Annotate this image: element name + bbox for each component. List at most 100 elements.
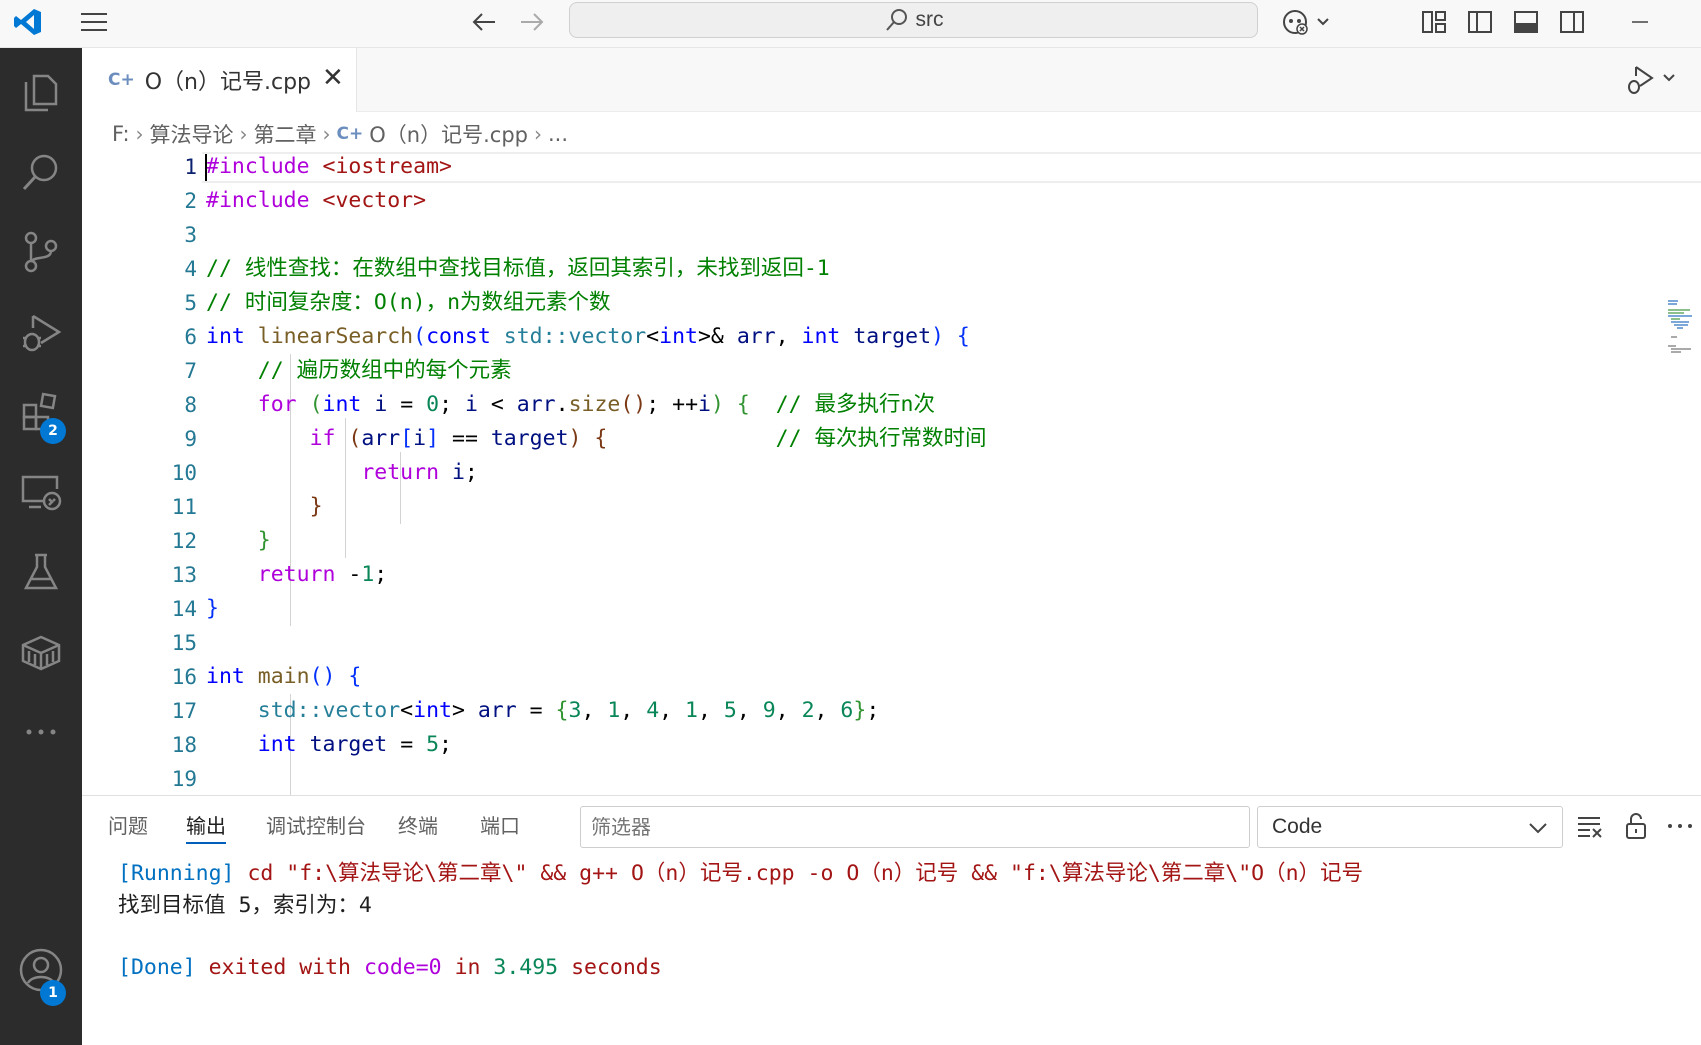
run-and-debug-icon[interactable] (0, 292, 82, 372)
chevron-down-icon (1529, 823, 1547, 834)
toggle-secondary-sidebar-icon[interactable] (1554, 4, 1590, 40)
line-number: 8 (184, 393, 197, 417)
code-line: 5 // 时间复杂度：O(n)，n为数组元素个数 (82, 286, 1662, 320)
toggle-panel-icon[interactable] (1508, 4, 1544, 40)
line-number: 16 (171, 665, 197, 689)
source-control-icon[interactable] (0, 212, 82, 292)
toggle-primary-sidebar-icon[interactable] (1462, 4, 1498, 40)
code-line: 2 #include <vector> (82, 184, 1662, 218)
code-line: 9 if (arr[i] == target) { // 每次执行常数时间 (82, 422, 1662, 456)
more-actions-icon[interactable] (1662, 808, 1698, 844)
line-number: 11 (171, 495, 197, 519)
output-channel-value: Code (1272, 815, 1323, 838)
search-icon[interactable] (0, 132, 82, 212)
line-number: 10 (171, 461, 197, 485)
code-line: 18 int target = 5; (82, 728, 1662, 762)
output-channel-select[interactable]: Code (1257, 806, 1563, 848)
output-running-line: [Running] cd "f:\算法导论\第二章\" && g++ O（n）记… (118, 861, 1364, 886)
remote-explorer-icon[interactable] (0, 452, 82, 532)
code-line: 8 for (int i = 0; i < arr.size(); ++i) {… (82, 388, 1662, 422)
tab-ports[interactable]: 端口 (480, 808, 520, 844)
back-arrow-icon[interactable] (466, 4, 502, 40)
testing-icon[interactable] (0, 532, 82, 612)
breadcrumb: F: › 算法导论 › 第二章 › C+ O（n）记号.cpp › ... (112, 116, 568, 152)
breadcrumb-item-folder[interactable]: 算法导论 (150, 119, 234, 149)
tab-active-file[interactable]: C+ O（n）记号.cpp ✕ (82, 48, 357, 112)
code-line: 12 } (82, 524, 1662, 558)
run-debug-dropdown-icon[interactable] (1622, 62, 1682, 98)
extensions-badge: 2 (40, 418, 66, 444)
code-line: 1 #include <iostream> (82, 150, 1701, 184)
output-result-line: 找到目标值 5，索引为：4 (118, 893, 372, 918)
search-icon (885, 9, 907, 31)
tab-debug-console[interactable]: 调试控制台 (266, 808, 366, 844)
code-line: 19 (82, 762, 1662, 795)
line-number: 15 (171, 631, 197, 655)
command-center-search[interactable]: src (569, 2, 1258, 38)
code-line: 10 return i; (82, 456, 1662, 490)
line-number: 18 (171, 733, 197, 757)
explorer-icon[interactable] (0, 52, 82, 132)
menu-icon[interactable] (74, 4, 114, 40)
breadcrumb-item-symbol[interactable]: ... (548, 122, 568, 146)
text-cursor (205, 154, 207, 181)
code-line: 17 std::vector<int> arr = {3, 1, 4, 1, 5… (82, 694, 1662, 728)
accounts-icon[interactable]: 1 (0, 930, 82, 1010)
search-text: src (915, 8, 944, 31)
code-line: 3 (82, 218, 1662, 252)
line-number: 14 (171, 597, 197, 621)
bottom-panel: 问题 输出 调试控制台 终端 端口 Code [Running] cd "f:\… (82, 795, 1701, 1045)
chevron-right-icon: › (322, 122, 331, 146)
line-number: 3 (184, 223, 197, 247)
extensions-icon[interactable]: 2 (0, 372, 82, 452)
cpp-file-icon: C+ (108, 70, 135, 90)
code-line: 14 } (82, 592, 1662, 626)
line-number: 7 (184, 359, 197, 383)
forward-arrow-icon[interactable] (514, 4, 550, 40)
close-icon[interactable]: ✕ (322, 64, 344, 92)
output-filter-input[interactable] (580, 806, 1250, 848)
tab-output[interactable]: 输出 (186, 808, 226, 844)
code-editor[interactable]: 1 #include <iostream> 2 #include <vector… (82, 150, 1701, 795)
minimize-icon[interactable] (1620, 4, 1660, 40)
code-line: 16 int main() { (82, 660, 1662, 694)
code-line: 13 return -1; (82, 558, 1662, 592)
tab-problems[interactable]: 问题 (108, 808, 148, 844)
editor-tab-bar: C+ O（n）记号.cpp ✕ (82, 48, 1701, 112)
line-number: 19 (171, 767, 197, 791)
clear-output-icon[interactable] (1572, 808, 1608, 844)
more-views-icon[interactable] (0, 692, 82, 772)
accounts-badge: 1 (40, 980, 66, 1006)
vscode-logo-icon (8, 4, 48, 40)
line-number: 2 (184, 189, 197, 213)
line-number: 12 (171, 529, 197, 553)
line-number: 9 (184, 427, 197, 451)
containers-icon[interactable] (0, 612, 82, 692)
line-number: 1 (184, 155, 197, 179)
code-line: 4 // 线性查找：在数组中查找目标值，返回其索引，未找到返回-1 (82, 252, 1662, 286)
lock-scroll-icon[interactable] (1618, 808, 1654, 844)
line-number: 5 (184, 291, 197, 315)
code-line: 7 // 遍历数组中的每个元素 (82, 354, 1662, 388)
cpp-file-icon: C+ (336, 124, 364, 144)
code-line: 15 (82, 626, 1662, 660)
line-number: 13 (171, 563, 197, 587)
chevron-right-icon: › (534, 122, 542, 146)
line-number: 4 (184, 257, 197, 281)
code-line: 6 int linearSearch(const std::vector<int… (82, 320, 1662, 354)
copilot-icon[interactable] (1278, 4, 1338, 40)
output-done-line: [Done] exited with code=0 in 3.495 secon… (118, 955, 662, 980)
code-line: 11 } (82, 490, 1662, 524)
breadcrumb-item-subfolder[interactable]: 第二章 (254, 119, 317, 149)
line-number: 6 (184, 325, 197, 349)
customize-layout-icon[interactable] (1416, 4, 1452, 40)
breadcrumb-item-file[interactable]: O（n）记号.cpp (369, 119, 528, 149)
tab-terminal[interactable]: 终端 (398, 808, 438, 844)
breadcrumb-item-drive[interactable]: F: (112, 122, 130, 146)
chevron-right-icon: › (239, 122, 248, 146)
minimap[interactable] (1668, 300, 1698, 360)
tab-label: O（n）记号.cpp (144, 70, 312, 95)
title-bar: src (0, 0, 1701, 48)
line-number: 17 (171, 699, 197, 723)
chevron-right-icon: › (135, 122, 144, 146)
